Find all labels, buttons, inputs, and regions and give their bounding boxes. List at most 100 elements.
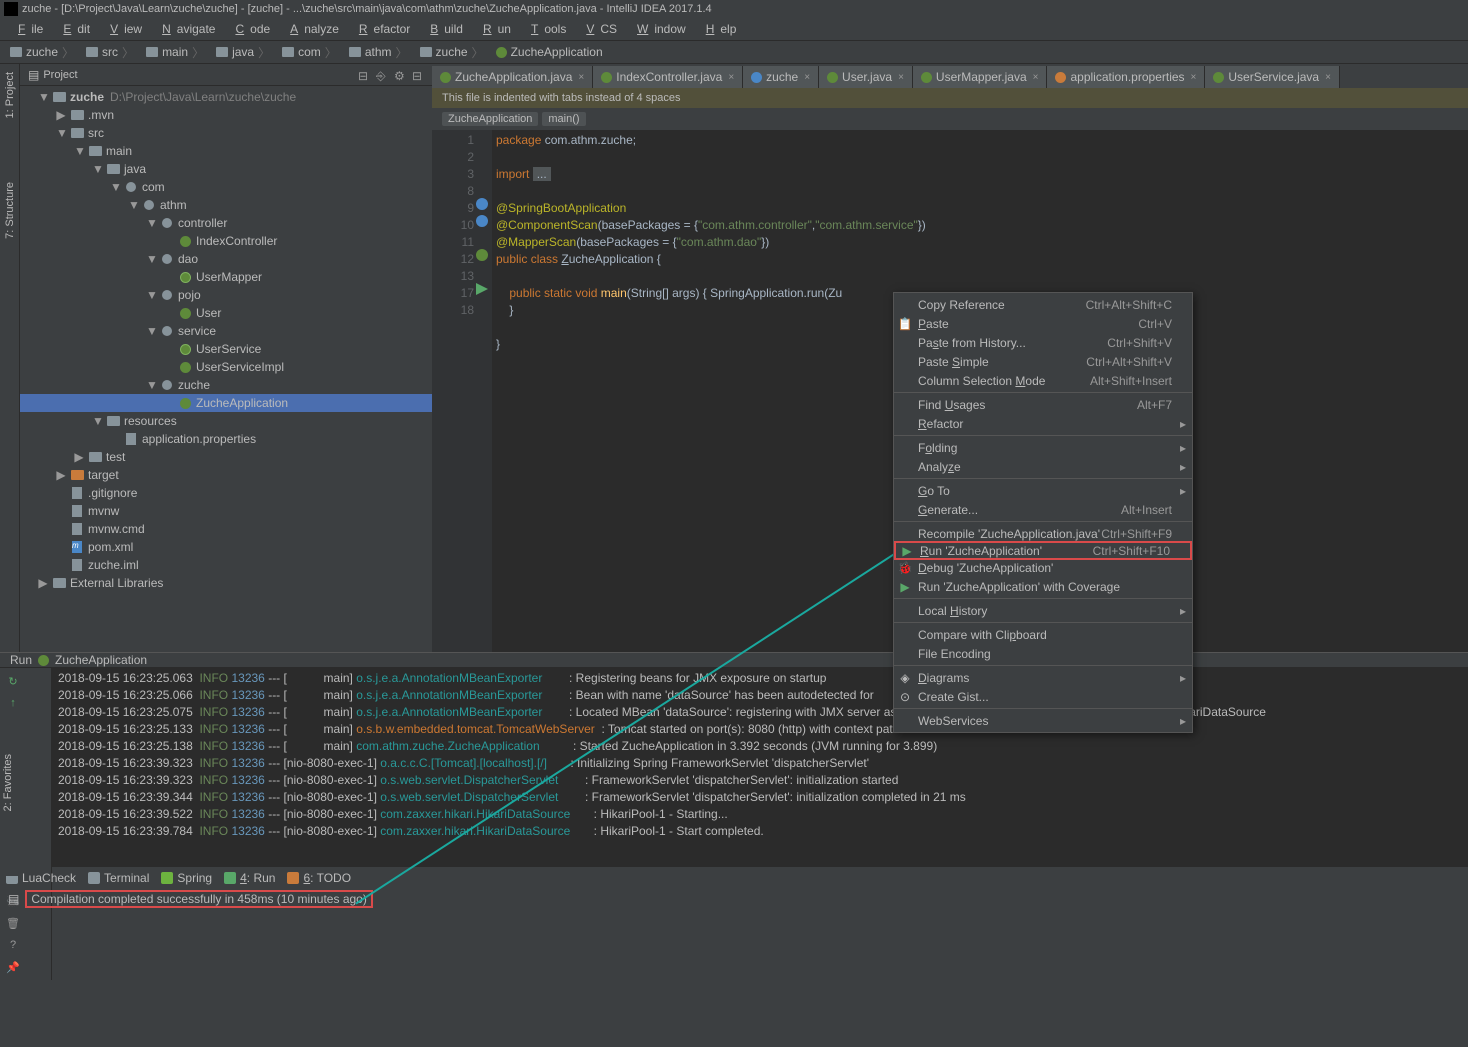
tree-node-service[interactable]: ▼service xyxy=(20,322,432,340)
tree-node-external-libraries[interactable]: ▶External Libraries xyxy=(20,574,432,592)
menu-refactor[interactable]: Refactor xyxy=(347,20,416,38)
tree-node-com[interactable]: ▼com xyxy=(20,178,432,196)
menu-item-file-encoding[interactable]: File Encoding xyxy=(894,644,1192,663)
tree-node-userserviceimpl[interactable]: UserServiceImpl xyxy=(20,358,432,376)
menu-item-copy-reference[interactable]: Copy ReferenceCtrl+Alt+Shift+C xyxy=(894,295,1192,314)
crumb-chip[interactable]: ZucheApplication xyxy=(442,112,538,126)
menu-item-webservices[interactable]: WebServices▸ xyxy=(894,711,1192,730)
close-icon[interactable]: × xyxy=(1033,72,1039,83)
editor-tab[interactable]: zuche× xyxy=(743,66,819,88)
menu-item-diagrams[interactable]: ◈Diagrams▸ xyxy=(894,668,1192,687)
menu-item-column-selection-mode[interactable]: Column Selection ModeAlt+Shift+Insert xyxy=(894,371,1192,390)
breadcrumb-item[interactable]: zuche〉 xyxy=(416,43,488,62)
editor-tab[interactable]: UserMapper.java× xyxy=(913,66,1048,88)
close-icon[interactable]: × xyxy=(898,72,904,83)
menu-item-generate-[interactable]: Generate...Alt+Insert xyxy=(894,500,1192,519)
run-console[interactable]: 2018-09-15 16:23:25.063 INFO 13236 --- [… xyxy=(52,668,1468,980)
tree-node-userservice[interactable]: UserService xyxy=(20,340,432,358)
menu-item-folding[interactable]: Folding▸ xyxy=(894,438,1192,457)
bottom-tab-spring[interactable]: Spring xyxy=(161,871,212,885)
bottom-tab-terminal[interactable]: Terminal xyxy=(88,871,149,885)
tree-node-zuche[interactable]: ▼zuche xyxy=(20,376,432,394)
close-icon[interactable]: × xyxy=(1191,72,1197,83)
bottom-tab-6-todo[interactable]: 6: TODO xyxy=(287,871,351,885)
breadcrumb-item[interactable]: com〉 xyxy=(278,43,341,62)
menu-edit[interactable]: Edit xyxy=(51,20,96,38)
tree-node-user[interactable]: User xyxy=(20,304,432,322)
rerun-button[interactable]: ↻ xyxy=(4,672,22,690)
menu-build[interactable]: Build xyxy=(418,20,469,38)
menu-item-refactor[interactable]: Refactor▸ xyxy=(894,414,1192,433)
menu-item-paste[interactable]: 📋PasteCtrl+V xyxy=(894,314,1192,333)
bottom-tab-4-run[interactable]: 4: Run xyxy=(224,871,275,885)
tree-node-test[interactable]: ▶test xyxy=(20,448,432,466)
tree-node-controller[interactable]: ▼controller xyxy=(20,214,432,232)
editor-tab[interactable]: User.java× xyxy=(819,66,913,88)
tree-node-resources[interactable]: ▼resources xyxy=(20,412,432,430)
menu-window[interactable]: Window xyxy=(625,20,692,38)
tree-node-target[interactable]: ▶target xyxy=(20,466,432,484)
breadcrumb-item[interactable]: athm〉 xyxy=(345,43,412,62)
tree-node-src[interactable]: ▼src xyxy=(20,124,432,142)
project-tree[interactable]: ▼zucheD:\Project\Java\Learn\zuche\zuche▶… xyxy=(20,86,432,652)
tree-node-application-properties[interactable]: application.properties xyxy=(20,430,432,448)
settings-icon[interactable]: ⚙ xyxy=(394,69,406,81)
hide-icon[interactable]: ⊟ xyxy=(412,69,424,81)
menu-item-find-usages[interactable]: Find UsagesAlt+F7 xyxy=(894,395,1192,414)
menu-item-go-to[interactable]: Go To▸ xyxy=(894,481,1192,500)
tree-node-mvnw[interactable]: mvnw xyxy=(20,502,432,520)
favorites-tool-tab[interactable]: 2: Favorites xyxy=(0,750,16,815)
gutter[interactable]: 12389101112131718 xyxy=(432,130,492,652)
tree-node-pom-xml[interactable]: mpom.xml xyxy=(20,538,432,556)
tree-node-mvnw-cmd[interactable]: mvnw.cmd xyxy=(20,520,432,538)
tree-node-indexcontroller[interactable]: IndexController xyxy=(20,232,432,250)
menu-navigate[interactable]: Navigate xyxy=(150,20,221,38)
structure-tool-tab[interactable]: 7: Structure xyxy=(2,178,18,243)
menu-vcs[interactable]: VCS xyxy=(574,20,623,38)
tree-node-java[interactable]: ▼java xyxy=(20,160,432,178)
editor-tab[interactable]: IndexController.java× xyxy=(593,66,743,88)
menu-item-compare-with-clipboard[interactable]: Compare with Clipboard xyxy=(894,625,1192,644)
spring-gutter-icon[interactable] xyxy=(476,215,488,227)
tree-node-zucheapplication[interactable]: ZucheApplication xyxy=(20,394,432,412)
tree-node-pojo[interactable]: ▼pojo xyxy=(20,286,432,304)
tree-node-usermapper[interactable]: UserMapper xyxy=(20,268,432,286)
close-icon[interactable]: × xyxy=(578,72,584,83)
menu-item-run-zucheapplication-with-coverage[interactable]: ▶Run 'ZucheApplication' with Coverage xyxy=(894,577,1192,596)
menu-file[interactable]: File xyxy=(6,20,49,38)
editor-tab[interactable]: application.properties× xyxy=(1047,66,1205,88)
tree-node-main[interactable]: ▼main xyxy=(20,142,432,160)
tree-node-zuche-iml[interactable]: zuche.iml xyxy=(20,556,432,574)
run-class-gutter-icon[interactable] xyxy=(476,249,488,261)
menu-code[interactable]: Code xyxy=(223,20,276,38)
breadcrumb-item[interactable]: java〉 xyxy=(212,43,274,62)
trash-button[interactable]: 🗑 xyxy=(4,914,22,932)
collapse-icon[interactable]: ⊟ xyxy=(358,69,370,81)
breadcrumb-item[interactable]: src〉 xyxy=(82,43,138,62)
menu-item-analyze[interactable]: Analyze▸ xyxy=(894,457,1192,476)
tree-node-zuche[interactable]: ▼zucheD:\Project\Java\Learn\zuche\zuche xyxy=(20,88,432,106)
spring-gutter-icon[interactable] xyxy=(476,198,488,210)
run-main-gutter-icon[interactable] xyxy=(476,283,488,295)
tree-node-dao[interactable]: ▼dao xyxy=(20,250,432,268)
up-button[interactable]: ↑ xyxy=(4,694,22,712)
menu-item-local-history[interactable]: Local History▸ xyxy=(894,601,1192,620)
close-icon[interactable]: × xyxy=(728,72,734,83)
menu-view[interactable]: View xyxy=(98,20,148,38)
editor-tab[interactable]: UserService.java× xyxy=(1205,66,1340,88)
crumb-chip[interactable]: main() xyxy=(542,112,585,126)
close-icon[interactable]: × xyxy=(1325,72,1331,83)
close-icon[interactable]: × xyxy=(804,72,810,83)
menu-help[interactable]: Help xyxy=(694,20,743,38)
menu-run[interactable]: Run xyxy=(471,20,517,38)
tree-node--mvn[interactable]: ▶.mvn xyxy=(20,106,432,124)
project-tool-tab[interactable]: 1: Project xyxy=(2,68,18,122)
editor-tab[interactable]: ZucheApplication.java× xyxy=(432,66,593,88)
menu-item-debug-zucheapplication-[interactable]: 🐞Debug 'ZucheApplication' xyxy=(894,558,1192,577)
menu-analyze[interactable]: Analyze xyxy=(278,20,345,38)
breadcrumb-item[interactable]: ZucheApplication xyxy=(492,44,607,60)
menu-item-paste-from-history-[interactable]: Paste from History...Ctrl+Shift+V xyxy=(894,333,1192,352)
menu-tools[interactable]: Tools xyxy=(519,20,572,38)
breadcrumb-item[interactable]: zuche〉 xyxy=(6,43,78,62)
pin-button[interactable]: 📌 xyxy=(4,958,22,976)
